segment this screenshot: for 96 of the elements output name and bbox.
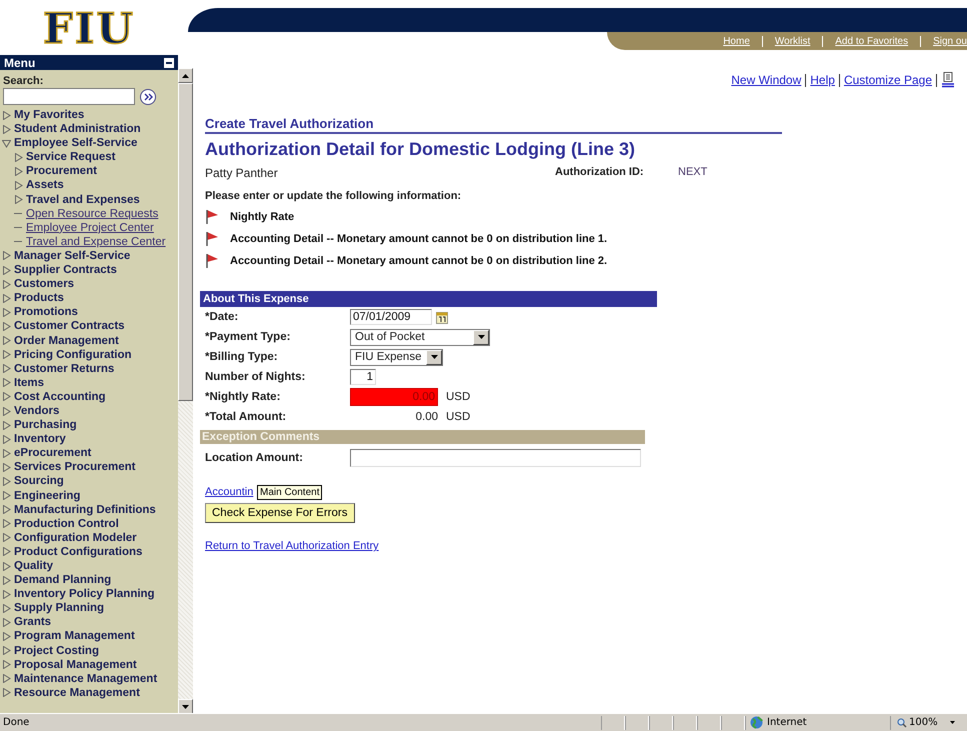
search-go-icon[interactable] [140,88,156,104]
section-header: Exception Comments [200,430,645,444]
menu-item[interactable]: Supplier Contracts [0,263,178,278]
menu-item[interactable]: My Favorites [0,108,178,122]
currency-label: USD [446,411,470,423]
error-message: Accounting Detail -- Monetary amount cannot be 0 on distribution line 1. [230,232,608,244]
http-document-icon[interactable] [941,72,955,88]
globe-icon [750,716,763,729]
menu-item[interactable]: Promotions [0,305,178,320]
menu-item[interactable]: Proposal Management [0,658,178,672]
menu-item[interactable]: Student Administration [0,122,178,136]
menu-item[interactable]: Customer Returns [0,362,178,376]
section-header: About This Expense [200,291,657,307]
caret-icon [948,720,958,724]
flag-icon [205,209,220,224]
menu-item[interactable]: Configuration Modeler [0,530,178,545]
menu-item[interactable]: Supply Planning [0,601,178,616]
dropdown-field[interactable]: FIU Expense [350,348,443,366]
menu-item[interactable]: Purchasing [0,418,178,432]
field-label: Number of Nights: [205,371,306,383]
error-message: Nightly Rate [230,210,294,222]
tooltip: Main Content [257,485,322,500]
menu-link[interactable]: Employee Project Center [26,220,154,235]
menu-item[interactable]: Vendors [0,404,178,418]
menu-item[interactable]: Inventory Policy Planning [0,587,178,602]
calendar-icon[interactable] [436,310,448,324]
menu-item[interactable]: Quality [0,559,178,574]
scroll-down-icon[interactable] [178,699,193,714]
field-label: *Billing Type: [205,351,279,363]
menu-item[interactable]: Program Management [0,629,178,644]
currency-label: USD [446,391,470,403]
menu-item[interactable]: Order Management [0,334,178,348]
page-link[interactable]: New Window [731,73,802,87]
menu-item[interactable]: Sourcing [0,474,178,489]
menu-item[interactable]: Travel and Expenses [0,192,178,207]
page-heading: Create Travel Authorization [205,116,782,134]
number-field[interactable]: 1 [350,369,376,385]
menu-link[interactable]: Open Resource Requests [26,206,158,221]
menu-item[interactable]: Items [0,376,178,390]
text-field[interactable] [350,449,641,467]
field-label: Location Amount: [205,452,304,464]
date-field[interactable]: 07/01/2009 [350,309,432,325]
menu-item[interactable]: Cost Accounting [0,390,178,404]
search-field[interactable] [3,88,135,105]
flag-icon [205,231,220,246]
zoom-icon [897,718,907,728]
menu-item[interactable]: Service Request [0,150,178,164]
menu-item[interactable]: Product Configurations [0,544,178,559]
menu-item[interactable]: Production Control [0,516,178,531]
menu-item[interactable]: Procurement [0,164,178,178]
search-label: Search: [2,74,44,88]
menu-item[interactable]: eProcurement [0,446,178,460]
menu-title: Menu [4,56,36,70]
authorization-id: NEXT [678,166,708,180]
menu-item[interactable]: Demand Planning [0,573,178,588]
collapse-icon[interactable] [164,58,174,68]
menu-item[interactable]: Grants [0,615,178,630]
field-label: *Payment Type: [205,331,292,343]
menu-item[interactable]: Inventory [0,432,178,446]
menu-item[interactable]: Employee Self-Service [0,136,178,150]
status-text: Done [2,717,30,728]
flag-icon [205,253,220,268]
field-label: *Total Amount: [205,411,288,423]
zoom-control[interactable]: 100% [890,716,967,730]
zone-label: Internet [767,717,807,728]
accounting-link[interactable]: Accountin [205,486,254,498]
page-link[interactable]: Customize Page [844,73,932,87]
menu-item[interactable]: Customers [0,277,178,292]
menu-link[interactable]: Travel and Expense Center [26,234,166,249]
error-message: Accounting Detail -- Monetary amount cannot be 0 on distribution line 2. [230,254,608,266]
field-label: Authorization ID: [555,166,645,180]
menu-item[interactable]: Resource Management [0,686,178,700]
menu-item[interactable]: Maintenance Management [0,672,178,686]
menu-item[interactable]: Pricing Configuration [0,348,178,362]
menu-item[interactable]: Products [0,291,178,306]
menu-item[interactable]: Project Costing [0,644,178,658]
menu-item[interactable]: Engineering [0,488,178,503]
instructions-text: Please enter or update the following information: [205,190,462,202]
scroll-up-icon[interactable] [178,68,193,83]
dropdown-field[interactable]: Out of Pocket [350,328,490,346]
return-link[interactable]: Return to Travel Authorization Entry [205,540,379,552]
check-errors-button[interactable]: Check Expense For Errors [205,503,354,523]
menu-item[interactable]: Manufacturing Definitions [0,502,178,517]
field-label: *Nightly Rate: [205,391,282,403]
expanded-triangle-icon [2,138,11,148]
menu-item[interactable]: Services Procurement [0,460,178,474]
field-label: *Date: [205,311,240,323]
page-title: Authorization Detail for Domestic Lodging (Line 3) [205,139,636,160]
employee-name: Patty Panther [205,166,279,180]
menu-item[interactable]: Assets [0,178,178,193]
page-link[interactable]: Help [810,73,835,87]
menu-item[interactable]: Customer Contracts [0,319,178,334]
menu-item[interactable]: Manager Self-Service [0,248,178,264]
amount-value: 0.00 [414,411,438,423]
scroll-thumb[interactable] [178,83,193,401]
logo: FIU [42,4,136,54]
